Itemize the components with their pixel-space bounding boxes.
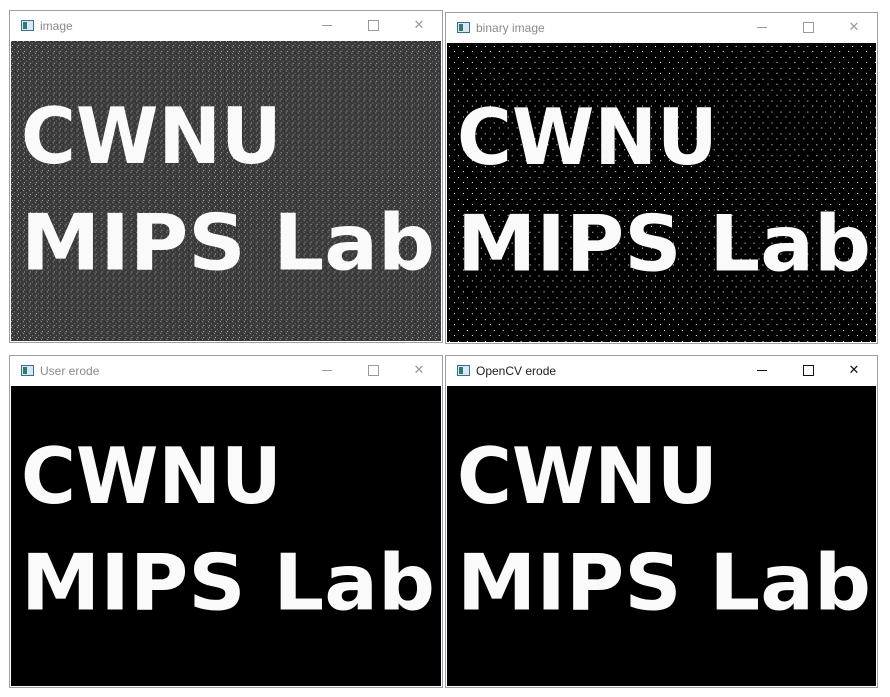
maximize-button[interactable] bbox=[350, 356, 396, 385]
opencv-erode-image: CWNU MIPS Lab bbox=[457, 432, 871, 629]
binary-canvas: CWNU MIPS Lab bbox=[447, 43, 876, 342]
opencv-erode-canvas: CWNU MIPS Lab bbox=[447, 386, 876, 686]
maximize-icon bbox=[802, 22, 814, 33]
maximize-icon bbox=[367, 365, 379, 376]
maximize-button[interactable] bbox=[350, 11, 396, 40]
window-controls: ✕ bbox=[739, 13, 877, 42]
close-icon: ✕ bbox=[848, 363, 860, 378]
text-line-2: MIPS Lab bbox=[457, 539, 871, 629]
close-icon: ✕ bbox=[413, 363, 425, 378]
app-window-icon bbox=[21, 365, 34, 376]
minimize-button[interactable] bbox=[739, 356, 785, 385]
app-window-icon bbox=[457, 22, 470, 33]
maximize-icon bbox=[367, 20, 379, 31]
app-window-icon bbox=[21, 20, 34, 31]
user-erode-image: CWNU MIPS Lab bbox=[21, 432, 435, 629]
minimize-icon bbox=[322, 370, 332, 371]
text-line-2: MIPS Lab bbox=[457, 200, 871, 290]
text-line-2: MIPS Lab bbox=[21, 539, 435, 629]
minimize-icon bbox=[757, 370, 767, 371]
noise-image: CWNU MIPS Lab bbox=[11, 41, 441, 341]
user-erode-canvas: CWNU MIPS Lab bbox=[11, 386, 441, 686]
window-controls: ✕ bbox=[304, 11, 442, 40]
maximize-button[interactable] bbox=[785, 13, 831, 42]
close-button[interactable]: ✕ bbox=[396, 356, 442, 385]
window-title: image bbox=[40, 18, 73, 33]
text-line-1: CWNU bbox=[457, 93, 718, 183]
window-title: User erode bbox=[40, 363, 100, 378]
window-controls: ✕ bbox=[304, 356, 442, 385]
window-title: OpenCV erode bbox=[476, 363, 557, 378]
close-button[interactable]: ✕ bbox=[831, 356, 877, 385]
binary-image: CWNU MIPS Lab bbox=[447, 43, 876, 342]
window-image[interactable]: image ✕ CWNU MIPS Lab bbox=[9, 10, 443, 343]
text-line-1: CWNU bbox=[457, 432, 718, 522]
window-binary-image[interactable]: binary image ✕ CWNU MIPS Lab bbox=[445, 12, 878, 344]
window-user-erode[interactable]: User erode ✕ CWNU MIPS Lab bbox=[9, 355, 443, 688]
text-line-1: CWNU bbox=[21, 92, 282, 182]
window-controls: ✕ bbox=[739, 356, 877, 385]
text-line-1: CWNU bbox=[21, 432, 282, 522]
maximize-button[interactable] bbox=[785, 356, 831, 385]
minimize-icon bbox=[322, 25, 332, 26]
minimize-button[interactable] bbox=[739, 13, 785, 42]
close-button[interactable]: ✕ bbox=[396, 11, 442, 40]
window-title: binary image bbox=[476, 20, 545, 35]
close-button[interactable]: ✕ bbox=[831, 13, 877, 42]
minimize-icon bbox=[757, 27, 767, 28]
maximize-icon bbox=[802, 365, 814, 376]
close-icon: ✕ bbox=[413, 18, 425, 33]
minimize-button[interactable] bbox=[304, 356, 350, 385]
window-opencv-erode[interactable]: OpenCV erode ✕ CWNU MIPS Lab bbox=[445, 355, 878, 688]
minimize-button[interactable] bbox=[304, 11, 350, 40]
image-canvas: CWNU MIPS Lab bbox=[11, 41, 441, 341]
text-line-2: MIPS Lab bbox=[21, 199, 435, 289]
app-window-icon bbox=[457, 365, 470, 376]
close-icon: ✕ bbox=[848, 20, 860, 35]
